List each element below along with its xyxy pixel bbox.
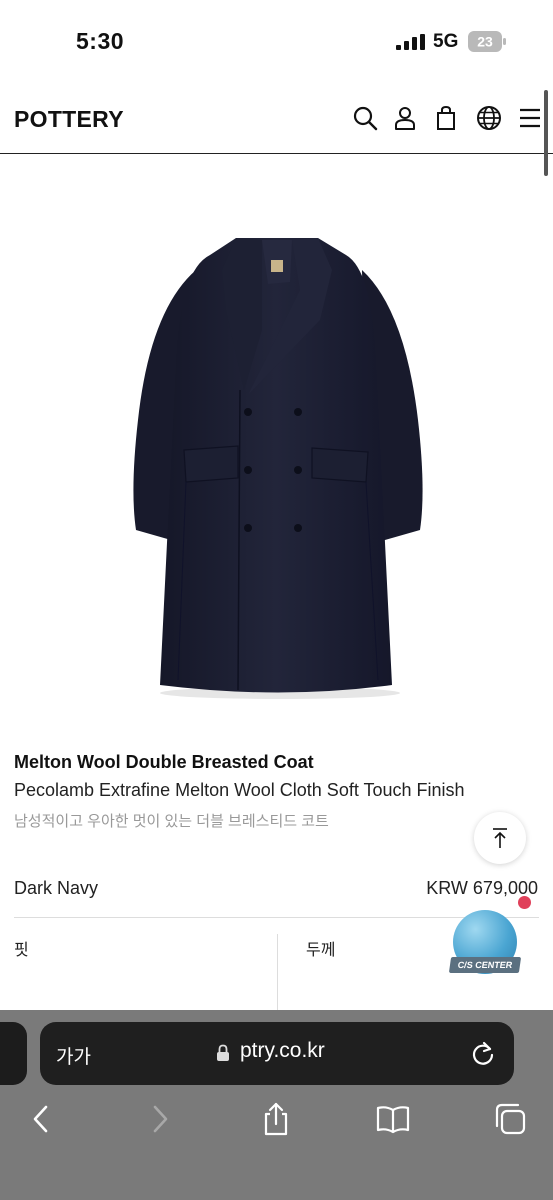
product-title: Melton Wool Double Breasted Coat [14,752,314,772]
thickness-label: 두께 [306,942,336,959]
bookmarks-icon[interactable] [376,1102,410,1136]
previous-tab-pill[interactable] [0,1022,27,1085]
fit-label: 핏 [14,942,29,959]
site-header: POTTERY [0,88,553,154]
cs-center-label: C/S CENTER [448,957,522,973]
bag-icon[interactable] [433,105,459,131]
product-subtitle: Pecolamb Extrafine Melton Wool Cloth Sof… [14,780,465,800]
forward-icon[interactable] [143,1102,177,1136]
search-icon[interactable] [352,105,378,131]
notification-dot [518,896,531,909]
vertical-divider [277,934,278,1010]
url-text[interactable]: ptry.co.kr [240,1039,325,1063]
address-bar[interactable]: 가가 ptry.co.kr [40,1022,514,1085]
product-description: 남성적이고 우아한 멋이 있는 더블 브레스티드 코트 [14,813,329,830]
network-type: 5G [433,31,459,52]
scroll-top-button[interactable] [474,812,526,864]
tabs-icon[interactable] [493,1102,527,1136]
reload-icon[interactable] [470,1040,496,1066]
battery-level: 23 [477,34,493,50]
user-icon[interactable] [392,105,418,131]
status-bar: 5:30 5G 23 [0,0,553,80]
back-icon[interactable] [24,1102,58,1136]
cs-center-button[interactable]: C/S CENTER [448,908,522,978]
arrow-up-icon [493,828,507,848]
browser-toolbar: 가가 ptry.co.kr [0,1010,553,1200]
menu-icon[interactable] [517,105,543,131]
signal-icon [396,34,425,50]
share-icon[interactable] [259,1102,293,1136]
status-time: 5:30 [76,28,125,54]
globe-icon[interactable] [476,105,502,131]
product-color: Dark Navy [14,878,99,898]
text-size-button[interactable]: 가가 [56,1042,91,1069]
lock-icon [217,1044,229,1061]
site-logo[interactable]: POTTERY [14,106,124,133]
product-image[interactable] [0,160,553,730]
battery-icon: 23 [468,31,506,52]
